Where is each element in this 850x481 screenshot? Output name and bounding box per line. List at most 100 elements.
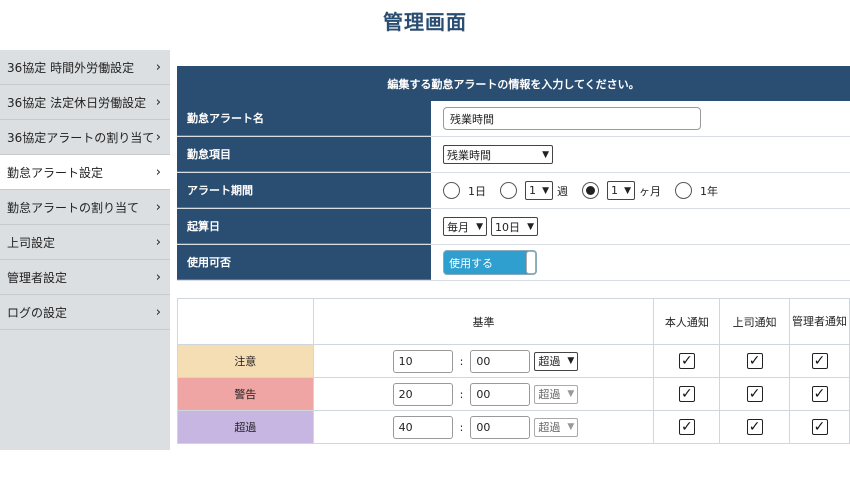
period-month-radio[interactable] — [582, 182, 599, 199]
sidebar-item-label: 上司設定 — [7, 235, 56, 250]
sidebar-item-attendance-alert[interactable]: 勤怠アラート設定 › — [0, 155, 170, 190]
select-value: 超過 — [538, 388, 561, 401]
admin-notify-cell: ✓ — [789, 377, 850, 411]
sidebar-item-label: 管理者設定 — [7, 270, 68, 285]
sidebar-item-log[interactable]: ログの設定 › — [0, 295, 170, 330]
sidebar-item-label: 36協定 時間外労働設定 — [7, 60, 135, 75]
table-header-row: 基準 本人通知 上司通知 管理者通知 — [177, 298, 850, 345]
select-value: 毎月 — [447, 220, 469, 234]
sidebar-item-label: 36協定 法定休日労働設定 — [7, 95, 147, 110]
chevron-down-icon: ▼ — [542, 149, 549, 160]
field-label: アラート期間 — [177, 173, 431, 208]
header-criteria: 基準 — [312, 298, 655, 345]
boss-notify-cell: ✓ — [719, 377, 791, 411]
week-count-select[interactable]: 1 ▼ — [525, 181, 553, 200]
criteria-cell: 40 : 00 超過 ▼ — [312, 410, 655, 444]
table-row: 注意 10 : 00 超過 ▼ ✓ ✓ ✓ — [177, 344, 850, 378]
mode-select[interactable]: 超過 ▼ — [534, 417, 579, 437]
attendance-item-select[interactable]: 残業時間 ▼ — [443, 145, 553, 164]
select-value: 超過 — [538, 421, 561, 434]
mode-select[interactable]: 超過 ▼ — [534, 384, 579, 404]
select-value: 残業時間 — [447, 148, 491, 162]
sidebar-item-36-overtime[interactable]: 36協定 時間外労働設定 › — [0, 50, 170, 85]
field-label: 使用可否 — [177, 245, 431, 280]
boss-notify-cell: ✓ — [719, 410, 791, 444]
field-label: 起算日 — [177, 209, 431, 244]
admin-notify-cell: ✓ — [789, 410, 850, 444]
field-label: 勤怠アラート名 — [177, 101, 431, 136]
period-week-label: 週 — [557, 184, 568, 198]
admin-notify-cell: ✓ — [789, 344, 850, 378]
sidebar-item-label: 36協定アラートの割り当て — [7, 130, 155, 145]
form-row-name: 勤怠アラート名 — [177, 101, 850, 137]
self-notify-cell: ✓ — [653, 377, 721, 411]
sidebar-item-boss[interactable]: 上司設定 › — [0, 225, 170, 260]
admin-notify-checkbox[interactable]: ✓ — [811, 386, 828, 402]
start-cycle-select[interactable]: 毎月 ▼ — [443, 217, 487, 236]
chevron-down-icon: ▼ — [624, 185, 631, 196]
criteria-cell: 20 : 00 超過 ▼ — [312, 377, 655, 411]
chevron-right-icon: › — [155, 304, 161, 320]
form-header: 編集する勤怠アラートの情報を入力してください。 — [177, 66, 850, 101]
period-year-radio[interactable] — [675, 182, 692, 199]
sidebar: 36協定 時間外労働設定 › 36協定 法定休日労働設定 › 36協定アラートの… — [0, 50, 170, 450]
chevron-down-icon: ▼ — [567, 356, 575, 366]
toggle-knob — [526, 251, 536, 274]
hours-input[interactable]: 10 — [392, 349, 453, 373]
sidebar-item-36-holiday[interactable]: 36協定 法定休日労働設定 › — [0, 85, 170, 120]
header-self-notify: 本人通知 — [653, 298, 721, 345]
chevron-down-icon: ▼ — [567, 389, 575, 399]
self-notify-checkbox[interactable]: ✓ — [678, 386, 695, 402]
sidebar-item-label: 勤怠アラートの割り当て — [7, 200, 140, 215]
minutes-input[interactable]: 00 — [470, 382, 531, 406]
sidebar-item-36-alert-assign[interactable]: 36協定アラートの割り当て › — [0, 120, 170, 155]
hours-input[interactable]: 20 — [392, 382, 453, 406]
period-week-radio[interactable] — [500, 182, 517, 199]
sidebar-item-label: 勤怠アラート設定 — [7, 165, 104, 180]
chevron-down-icon: ▼ — [542, 185, 549, 196]
criteria-cell: 10 : 00 超過 ▼ — [312, 344, 655, 378]
field-label: 勤怠項目 — [177, 137, 431, 172]
chevron-right-icon: › — [155, 234, 161, 250]
chevron-right-icon: › — [155, 129, 161, 145]
boss-notify-checkbox[interactable]: ✓ — [746, 419, 763, 435]
level-warning: 警告 — [177, 377, 314, 411]
alert-name-input[interactable] — [443, 107, 701, 130]
alert-form: 編集する勤怠アラートの情報を入力してください。 勤怠アラート名 勤怠項目 残業時… — [177, 66, 850, 281]
form-row-enable: 使用可否 使用する — [177, 245, 850, 281]
threshold-table: 基準 本人通知 上司通知 管理者通知 注意 10 : 00 超過 ▼ ✓ ✓ ✓… — [177, 298, 850, 444]
table-row: 警告 20 : 00 超過 ▼ ✓ ✓ ✓ — [177, 377, 850, 411]
period-month-label: ヶ月 — [639, 184, 661, 198]
boss-notify-checkbox[interactable]: ✓ — [746, 353, 763, 369]
page-title: 管理画面 — [383, 10, 467, 34]
mode-select[interactable]: 超過 ▼ — [534, 351, 579, 371]
sidebar-item-admin[interactable]: 管理者設定 › — [0, 260, 170, 295]
minutes-input[interactable]: 00 — [470, 415, 531, 439]
admin-notify-checkbox[interactable]: ✓ — [811, 353, 828, 369]
month-count-select[interactable]: 1 ▼ — [607, 181, 635, 200]
admin-notify-checkbox[interactable]: ✓ — [811, 419, 828, 435]
sidebar-item-attendance-alert-assign[interactable]: 勤怠アラートの割り当て › — [0, 190, 170, 225]
time-separator: : — [459, 420, 464, 434]
self-notify-checkbox[interactable]: ✓ — [678, 419, 695, 435]
enable-toggle[interactable]: 使用する — [443, 250, 537, 275]
minutes-input[interactable]: 00 — [470, 349, 531, 373]
header-boss-notify: 上司通知 — [719, 298, 791, 345]
period-day-radio[interactable] — [443, 182, 460, 199]
header-level — [177, 298, 314, 345]
chevron-right-icon: › — [155, 59, 161, 75]
header-admin-notify: 管理者通知 — [789, 298, 850, 345]
self-notify-checkbox[interactable]: ✓ — [678, 353, 695, 369]
table-row: 超過 40 : 00 超過 ▼ ✓ ✓ ✓ — [177, 410, 850, 444]
self-notify-cell: ✓ — [653, 344, 721, 378]
start-day-select[interactable]: 10日 ▼ — [491, 217, 538, 236]
hours-input[interactable]: 40 — [392, 415, 453, 439]
level-exceed: 超過 — [177, 410, 314, 444]
boss-notify-checkbox[interactable]: ✓ — [746, 386, 763, 402]
period-year-label: 1年 — [700, 184, 718, 198]
chevron-right-icon: › — [155, 269, 161, 285]
boss-notify-cell: ✓ — [719, 344, 791, 378]
period-day-label: 1日 — [468, 184, 486, 198]
form-row-period: アラート期間 1日 1 ▼ 週 1 ▼ ヶ月 1年 — [177, 173, 850, 209]
form-row-start: 起算日 毎月 ▼ 10日 ▼ — [177, 209, 850, 245]
